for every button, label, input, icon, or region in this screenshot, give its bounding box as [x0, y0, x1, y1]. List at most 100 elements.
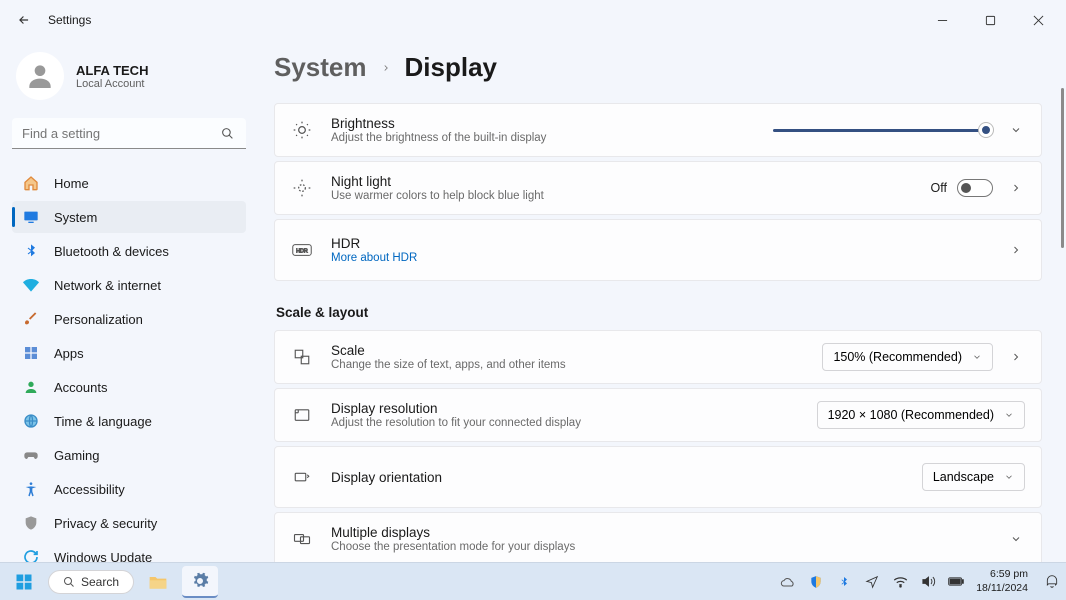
sidebar-item-label: Apps: [54, 346, 84, 361]
breadcrumb: System Display: [274, 48, 1042, 83]
tray-wifi-icon[interactable]: [892, 574, 908, 590]
start-button[interactable]: [6, 566, 42, 598]
tray-volume-icon[interactable]: [920, 574, 936, 590]
profile-block[interactable]: ALFA TECH Local Account: [12, 48, 246, 118]
card-title: Scale: [331, 343, 804, 358]
sidebar-item-gaming[interactable]: Gaming: [12, 439, 246, 471]
orientation-select[interactable]: Landscape: [922, 463, 1025, 491]
search-icon[interactable]: [218, 124, 236, 142]
back-button[interactable]: [8, 4, 40, 36]
search-input[interactable]: [22, 126, 218, 141]
system-tray: 6:59 pm 18/11/2024: [780, 568, 1060, 594]
displays-icon: [291, 528, 313, 550]
orientation-icon: [291, 466, 313, 488]
gamepad-icon: [22, 446, 40, 464]
tray-time: 6:59 pm: [976, 568, 1028, 581]
window-title: Settings: [48, 13, 91, 27]
sidebar-item-update[interactable]: Windows Update: [12, 541, 246, 562]
sidebar-item-time[interactable]: Time & language: [12, 405, 246, 437]
card-sub: Use warmer colors to help block blue lig…: [331, 190, 913, 202]
sidebar-item-network[interactable]: Network & internet: [12, 269, 246, 301]
sidebar-item-label: Home: [54, 176, 89, 191]
taskbar-search-label: Search: [81, 575, 119, 589]
card-title: Night light: [331, 174, 913, 189]
taskbar: Search 6:59 pm 18/11/2024: [0, 562, 1066, 600]
tray-notifications-icon[interactable]: [1044, 574, 1060, 590]
scrollbar[interactable]: [1061, 88, 1064, 552]
chevron-down-icon: [1004, 472, 1014, 482]
person-icon: [22, 378, 40, 396]
scale-icon: [291, 346, 313, 368]
taskbar-file-explorer[interactable]: [140, 566, 176, 598]
maximize-button[interactable]: [978, 8, 1002, 32]
brightness-card[interactable]: Brightness Adjust the brightness of the …: [274, 103, 1042, 157]
chevron-right-icon: [381, 63, 391, 73]
brightness-slider[interactable]: [773, 120, 993, 140]
sidebar-item-label: Bluetooth & devices: [54, 244, 169, 259]
chevron-right-icon[interactable]: [1007, 241, 1025, 259]
sidebar-item-apps[interactable]: Apps: [12, 337, 246, 369]
taskbar-search[interactable]: Search: [48, 570, 134, 594]
sidebar-item-bluetooth[interactable]: Bluetooth & devices: [12, 235, 246, 267]
sidebar-item-personalization[interactable]: Personalization: [12, 303, 246, 335]
resolution-icon: [291, 404, 313, 426]
sidebar-item-privacy[interactable]: Privacy & security: [12, 507, 246, 539]
resolution-select[interactable]: 1920 × 1080 (Recommended): [817, 401, 1025, 429]
home-icon: [22, 174, 40, 192]
nav-list: Home System Bluetooth & devices Network …: [12, 167, 246, 562]
update-icon: [22, 548, 40, 562]
tray-location-icon[interactable]: [864, 574, 880, 590]
multiple-displays-card[interactable]: Multiple displays Choose the presentatio…: [274, 512, 1042, 562]
sidebar-item-label: Time & language: [54, 414, 152, 429]
sidebar-item-accounts[interactable]: Accounts: [12, 371, 246, 403]
tray-date: 18/11/2024: [976, 582, 1028, 595]
resolution-card[interactable]: Display resolution Adjust the resolution…: [274, 388, 1042, 442]
main-content: System Display Brightness Adjust the bri…: [258, 40, 1066, 562]
globe-icon: [22, 412, 40, 430]
chevron-down-icon[interactable]: [1007, 121, 1025, 139]
chevron-down-icon: [972, 352, 982, 362]
tray-onedrive-icon[interactable]: [780, 574, 796, 590]
hdr-card[interactable]: HDR HDR More about HDR: [274, 219, 1042, 281]
tray-bluetooth-icon[interactable]: [836, 574, 852, 590]
card-title: Brightness: [331, 116, 755, 131]
tray-clock[interactable]: 6:59 pm 18/11/2024: [976, 568, 1032, 594]
chevron-right-icon[interactable]: [1007, 179, 1025, 197]
select-value: Landscape: [933, 470, 994, 484]
profile-account-type: Local Account: [76, 78, 148, 90]
card-sub: Adjust the resolution to fit your connec…: [331, 417, 799, 429]
close-button[interactable]: [1026, 8, 1050, 32]
window-controls: [930, 8, 1058, 32]
sidebar-item-label: Personalization: [54, 312, 143, 327]
sidebar-item-label: Accessibility: [54, 482, 125, 497]
sidebar-item-home[interactable]: Home: [12, 167, 246, 199]
taskbar-settings[interactable]: [182, 566, 218, 598]
card-sub: Choose the presentation mode for your di…: [331, 541, 989, 553]
scale-card[interactable]: Scale Change the size of text, apps, and…: [274, 330, 1042, 384]
sidebar-item-accessibility[interactable]: Accessibility: [12, 473, 246, 505]
nightlight-toggle[interactable]: [957, 179, 993, 197]
sidebar-item-label: System: [54, 210, 97, 225]
sidebar-item-system[interactable]: System: [12, 201, 246, 233]
sidebar-item-label: Privacy & security: [54, 516, 157, 531]
breadcrumb-parent[interactable]: System: [274, 52, 367, 83]
avatar: [16, 52, 64, 100]
sidebar-item-label: Accounts: [54, 380, 107, 395]
chevron-down-icon[interactable]: [1007, 530, 1025, 548]
nightlight-card[interactable]: Night light Use warmer colors to help bl…: [274, 161, 1042, 215]
sidebar: ALFA TECH Local Account Home System Blue…: [0, 40, 258, 562]
titlebar: Settings: [0, 0, 1066, 40]
scale-select[interactable]: 150% (Recommended): [822, 343, 993, 371]
accessibility-icon: [22, 480, 40, 498]
card-title: Display resolution: [331, 401, 799, 416]
minimize-button[interactable]: [930, 8, 954, 32]
search-box[interactable]: [12, 118, 246, 149]
system-icon: [22, 208, 40, 226]
chevron-right-icon[interactable]: [1007, 348, 1025, 366]
orientation-card[interactable]: Display orientation Landscape: [274, 446, 1042, 508]
hdr-link[interactable]: More about HDR: [331, 252, 989, 264]
svg-text:HDR: HDR: [296, 248, 308, 254]
tray-battery-icon[interactable]: [948, 574, 964, 590]
tray-security-icon[interactable]: [808, 574, 824, 590]
search-icon: [63, 576, 75, 588]
